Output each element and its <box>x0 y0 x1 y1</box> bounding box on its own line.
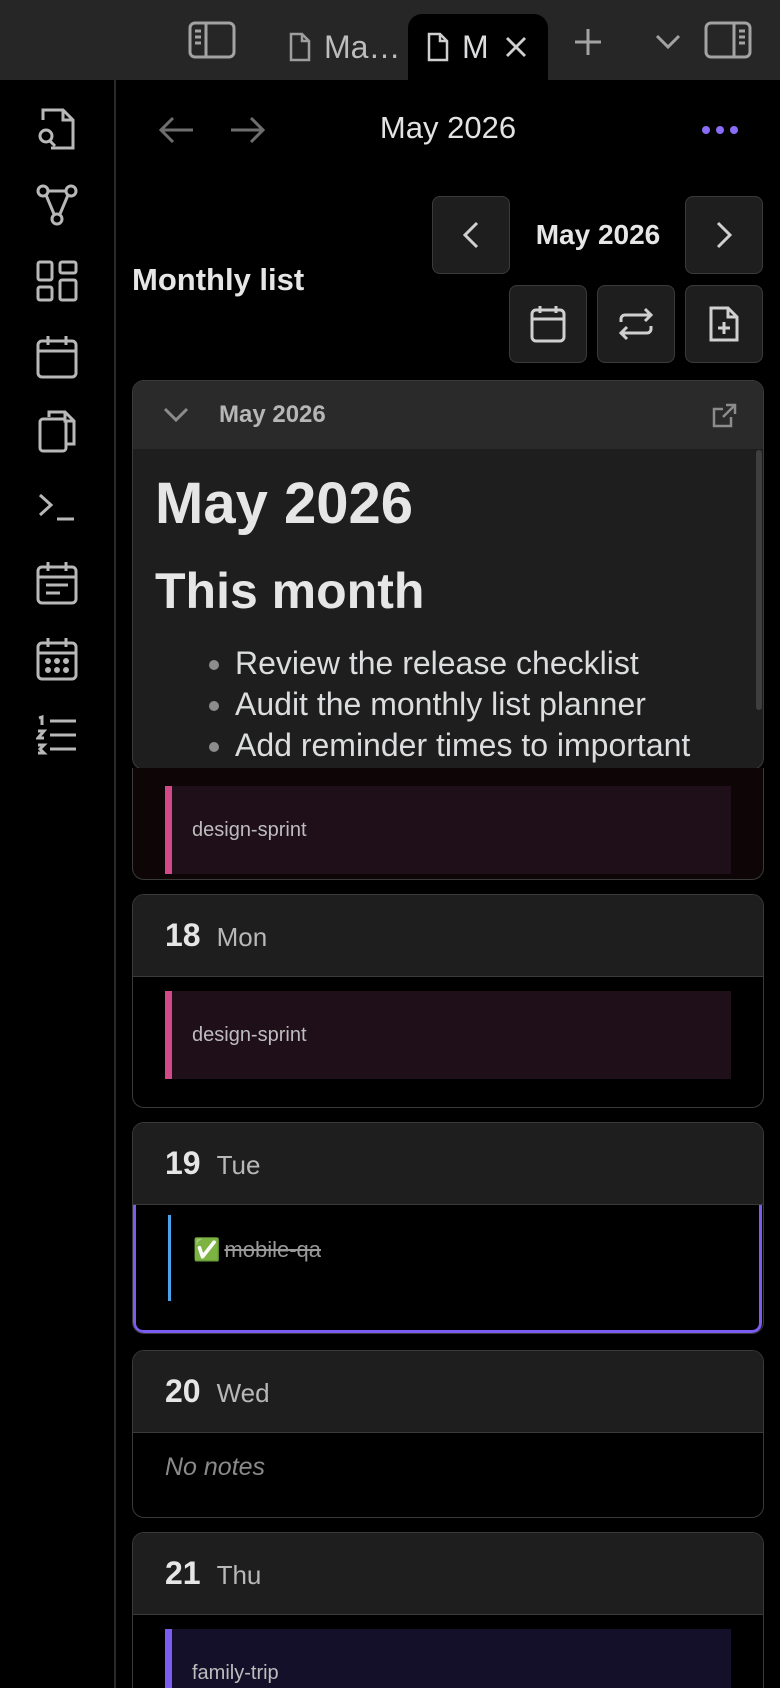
entry-label: design-sprint <box>192 1023 307 1046</box>
day-number: 18 <box>165 917 201 953</box>
month-note-embed: May 2026 May 2026 This month Review the … <box>132 380 764 770</box>
close-icon[interactable] <box>504 35 528 59</box>
view-title: May 2026 <box>379 110 517 145</box>
embed-content[interactable]: May 2026 This month Review the release c… <box>133 449 763 769</box>
file-icon <box>288 32 312 62</box>
back-arrow-icon[interactable] <box>154 108 198 152</box>
day-header[interactable]: 18 Mon <box>133 895 763 977</box>
note-bullet-list: Review the release checklist Audit the m… <box>235 643 741 766</box>
list-item: Review the release checklist <box>235 643 741 684</box>
current-month-label: May 2026 <box>535 219 661 250</box>
day-card: design-sprint <box>132 768 764 880</box>
graph-icon[interactable] <box>32 180 82 230</box>
tab-active[interactable]: M <box>408 14 548 80</box>
tab-title: M <box>462 28 489 65</box>
empty-day-text: No notes <box>165 1453 266 1481</box>
tab-bar: Ma… M <box>0 0 780 80</box>
numbered-list-icon[interactable] <box>32 710 82 760</box>
weekday-label: Tue <box>216 1150 261 1180</box>
note-entry[interactable]: ✅ mobile-qa <box>168 1215 321 1301</box>
embed-title: May 2026 <box>219 401 326 428</box>
entry-label: design-sprint <box>192 818 307 841</box>
prev-month-button[interactable] <box>432 196 510 274</box>
calendar-icon <box>530 305 566 343</box>
day-card: 19 Tue ✅ mobile-qa <box>132 1122 764 1334</box>
calendar-days-icon[interactable] <box>32 634 82 684</box>
list-item: Add reminder times to important <box>235 725 741 766</box>
tab-title: Ma… <box>324 28 401 65</box>
next-month-button[interactable] <box>685 196 763 274</box>
list-item: Audit the monthly list planner <box>235 684 741 725</box>
more-options-icon[interactable] <box>696 110 744 150</box>
day-number: 19 <box>165 1145 201 1181</box>
chevron-down-icon[interactable] <box>648 24 688 60</box>
note-heading-1: May 2026 <box>155 471 413 536</box>
note-heading-2: This month <box>155 562 425 619</box>
left-sidebar-toggle-icon[interactable] <box>186 18 238 62</box>
new-note-button[interactable] <box>685 285 763 363</box>
embed-header[interactable]: May 2026 <box>133 381 763 449</box>
today-button[interactable] <box>509 285 587 363</box>
calendar-icon[interactable] <box>32 332 82 382</box>
ribbon <box>0 80 116 1688</box>
forward-arrow-icon[interactable] <box>226 108 270 152</box>
terminal-icon[interactable] <box>32 482 82 532</box>
external-link-icon[interactable] <box>711 403 737 434</box>
day-header[interactable]: 19 Tue <box>133 1123 763 1205</box>
file-icon <box>426 32 450 62</box>
checkmark-icon: ✅ <box>193 1237 221 1262</box>
note-entry[interactable]: design-sprint <box>165 786 731 874</box>
entry-label: family-trip <box>192 1661 279 1684</box>
selected-day-body[interactable]: ✅ mobile-qa <box>133 1205 762 1333</box>
day-number: 20 <box>165 1373 201 1409</box>
dashboard-icon[interactable] <box>32 256 82 306</box>
new-tab-icon[interactable] <box>568 22 608 62</box>
day-header[interactable]: 20 Wed <box>133 1351 763 1433</box>
note-entry[interactable]: family-trip <box>165 1629 731 1688</box>
weekday-label: Wed <box>216 1378 270 1408</box>
weekday-label: Thu <box>216 1560 262 1590</box>
embed-scrollbar[interactable] <box>756 450 762 710</box>
day-card: 20 Wed No notes <box>132 1350 764 1518</box>
view-label: Monthly list <box>132 262 305 297</box>
file-plus-icon <box>708 305 740 343</box>
switch-view-button[interactable] <box>597 285 675 363</box>
day-card: 21 Thu family-trip <box>132 1532 764 1688</box>
weekday-label: Mon <box>216 922 268 952</box>
search-file-icon[interactable] <box>32 104 82 154</box>
entry-label: mobile-qa <box>224 1237 322 1262</box>
note-entry[interactable]: design-sprint <box>165 991 731 1079</box>
day-card: 18 Mon design-sprint <box>132 894 764 1108</box>
repeat-icon <box>617 307 655 341</box>
day-header[interactable]: 21 Thu <box>133 1533 763 1615</box>
copy-icon[interactable] <box>32 406 82 456</box>
chevron-down-icon[interactable] <box>163 407 189 423</box>
right-sidebar-toggle-icon[interactable] <box>702 18 754 62</box>
calendar-week-icon[interactable] <box>32 558 82 608</box>
tab-inactive[interactable]: Ma… <box>270 14 406 80</box>
day-number: 21 <box>165 1555 201 1591</box>
